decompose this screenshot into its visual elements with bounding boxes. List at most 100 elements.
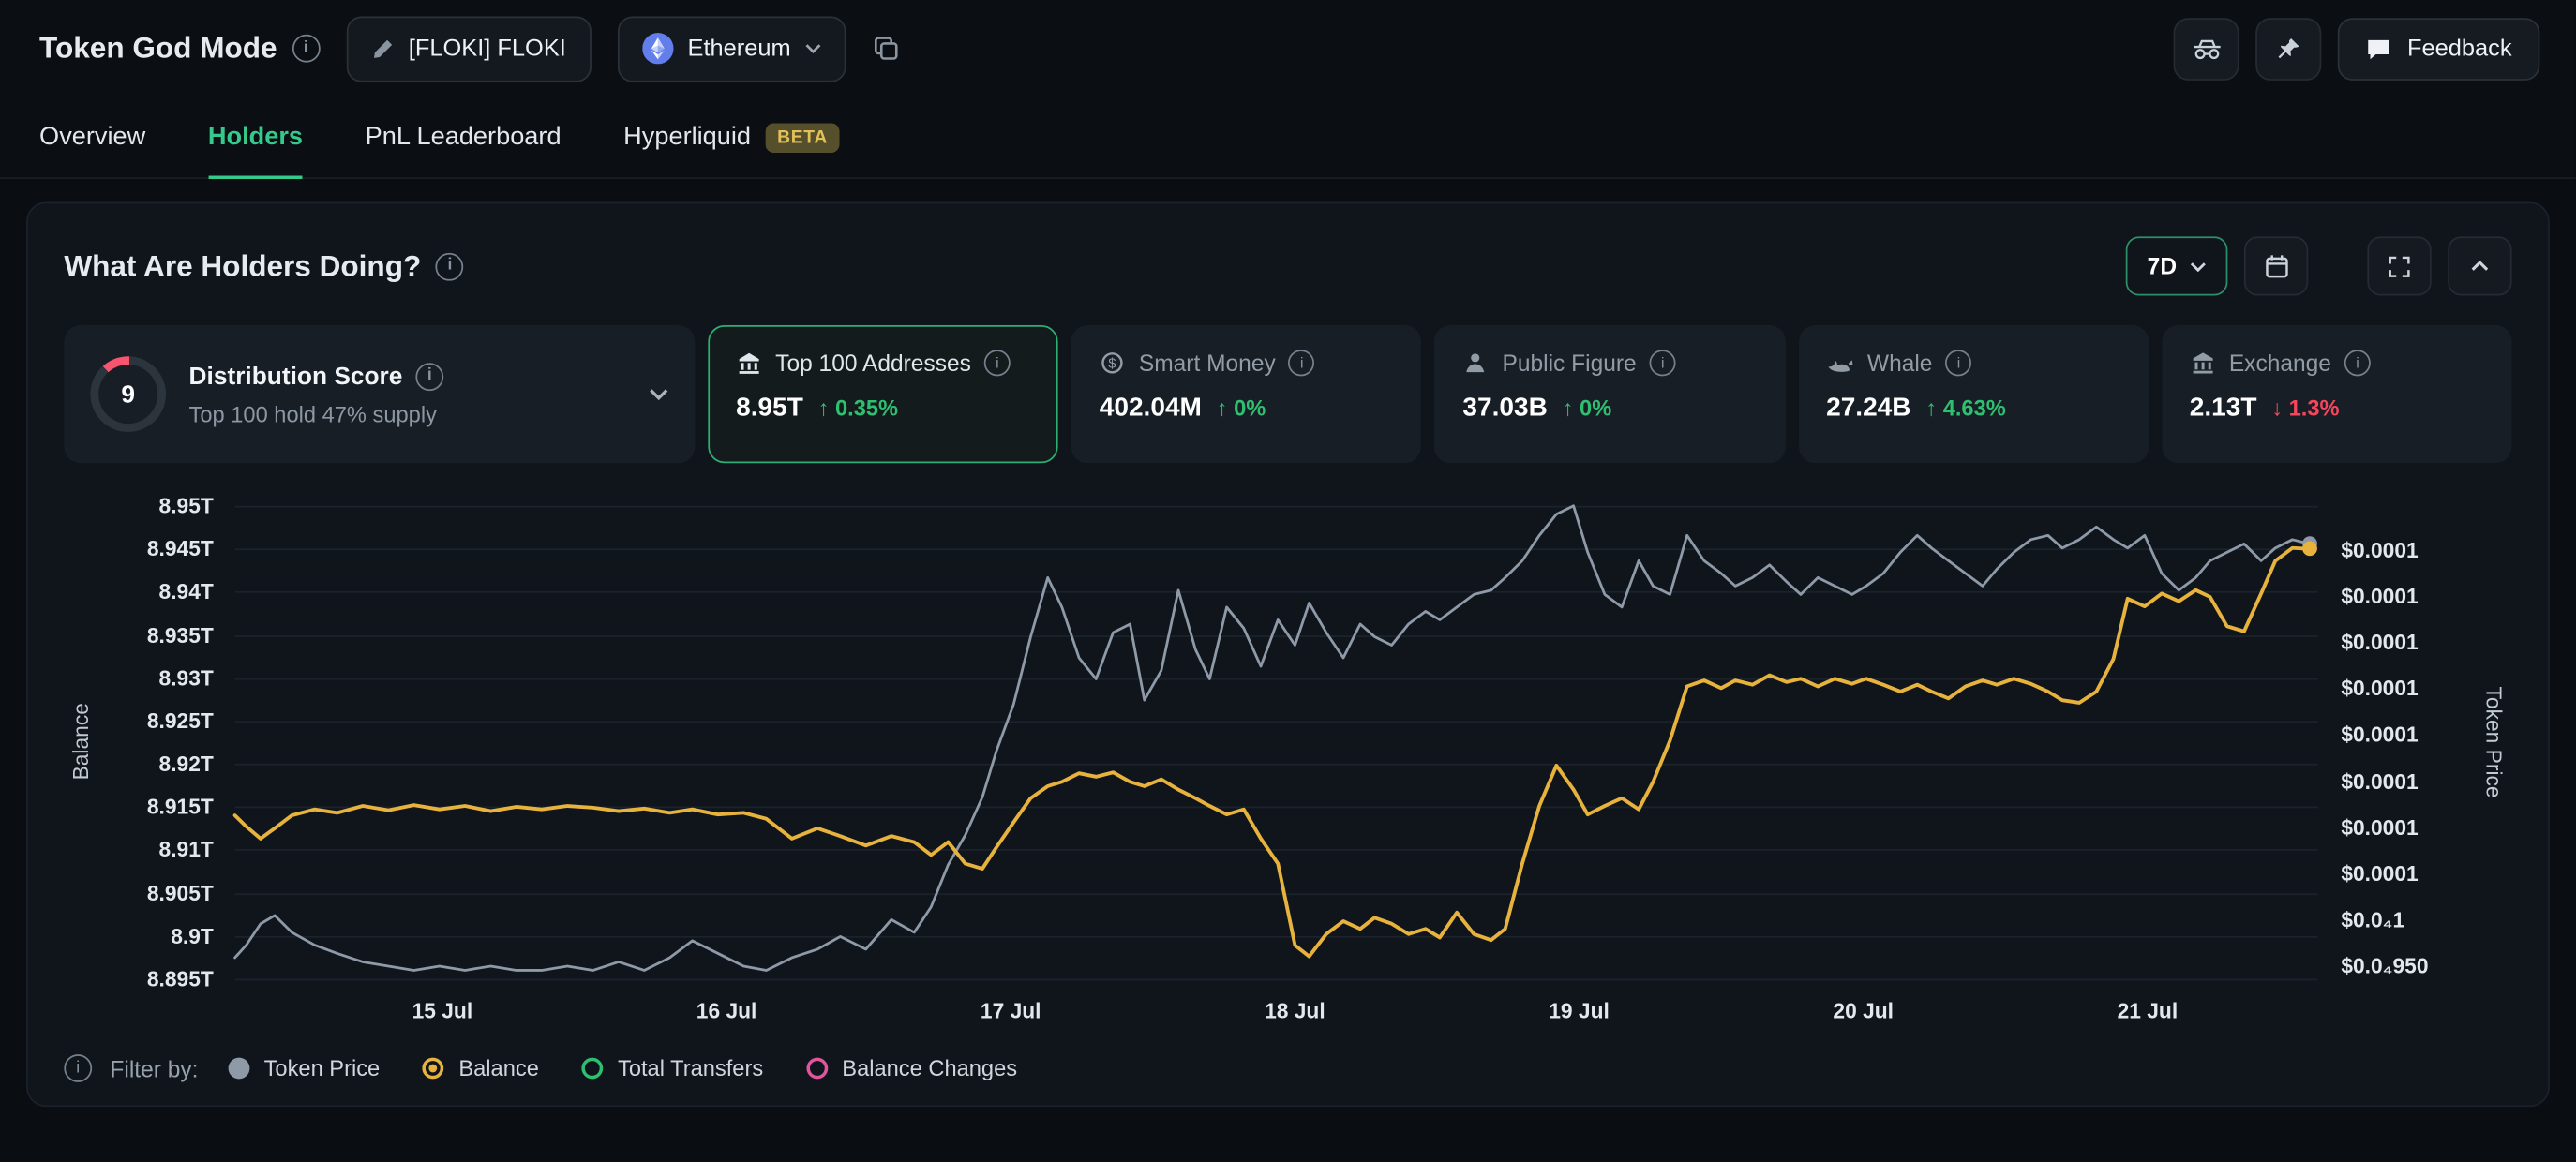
x-axis-tick: 16 Jul <box>696 999 757 1023</box>
left-axis-tick: 8.92T <box>159 752 214 776</box>
top-bar: Token God Mode [FLOKI] FLOKI Ethereum <box>0 0 2576 97</box>
info-icon[interactable] <box>415 362 443 390</box>
distribution-score-label: Distribution Score <box>189 362 403 390</box>
legend-item-balance-changes[interactable]: Balance Changes <box>806 1056 1017 1080</box>
panel-title: What Are Holders Doing? <box>64 249 463 284</box>
x-axis-tick: 17 Jul <box>981 999 1041 1023</box>
filter-label: Filter by: <box>110 1055 198 1081</box>
balance-dot-icon <box>423 1058 444 1080</box>
legend-item-balance[interactable]: Balance <box>423 1056 539 1080</box>
chain-select-button[interactable]: Ethereum <box>617 16 846 82</box>
stat-card-label: Exchange <box>2229 350 2331 376</box>
chevron-down-icon[interactable] <box>649 388 668 401</box>
legend-item-total-transfers[interactable]: Total Transfers <box>581 1056 763 1080</box>
left-axis-tick: 8.93T <box>159 665 214 690</box>
pencil-icon <box>370 37 394 60</box>
distribution-score-card[interactable]: 9 Distribution Score Top 100 hold 47% su… <box>64 325 695 463</box>
legend-label: Balance Changes <box>842 1056 1017 1080</box>
stat-card-exchange[interactable]: Exchange 2.13T ↓ 1.3% <box>2162 325 2512 463</box>
left-axis-tick: 8.895T <box>147 966 214 991</box>
stat-card-public-figure[interactable]: Public Figure 37.03B ↑ 0% <box>1435 325 1786 463</box>
left-axis-tick: 8.94T <box>159 579 214 603</box>
token-select-label: [FLOKI] FLOKI <box>409 36 566 62</box>
stat-card-label: Smart Money <box>1139 350 1276 376</box>
fullscreen-button[interactable] <box>2367 236 2431 295</box>
left-axis-tick: 8.9T <box>171 923 214 947</box>
person-icon <box>1462 350 1489 376</box>
right-axis-tick: $0.0001 <box>2341 538 2418 562</box>
stat-card-value: 2.13T <box>2190 395 2257 425</box>
stat-card-top-100-addresses[interactable]: Top 100 Addresses 8.95T ↑ 0.35% <box>708 325 1058 463</box>
info-icon[interactable] <box>64 1054 92 1082</box>
tab-pnl-leaderboard[interactable]: PnL Leaderboard <box>366 97 562 179</box>
stat-card-delta: ↑ 0.35% <box>818 395 898 420</box>
right-axis-title: Token Price <box>2476 506 2512 979</box>
stat-card-delta: ↑ 4.63% <box>1925 395 2005 420</box>
info-icon[interactable] <box>1650 350 1676 376</box>
stat-card-label: Whale <box>1867 350 1933 376</box>
stat-card-label: Public Figure <box>1502 350 1636 376</box>
legend-item-token-price[interactable]: Token Price <box>228 1056 380 1080</box>
chevron-up-icon <box>2471 260 2489 273</box>
feedback-button[interactable]: Feedback <box>2338 17 2539 80</box>
collapse-button[interactable] <box>2448 236 2511 295</box>
token-price-dot-icon <box>228 1058 249 1080</box>
stat-card-whale[interactable]: Whale 27.24B ↑ 4.63% <box>1798 325 2149 463</box>
info-icon[interactable] <box>1945 350 1971 376</box>
exchange-icon <box>2190 350 2216 376</box>
left-axis-tick: 8.905T <box>147 881 214 905</box>
chevron-down-icon <box>2190 261 2207 272</box>
whale-icon <box>1826 352 1854 374</box>
distribution-score-subtitle: Top 100 hold 47% supply <box>189 401 444 425</box>
left-axis-tick: 8.925T <box>147 708 214 733</box>
app-title-text: Token God Mode <box>39 31 277 66</box>
panel-controls: 7D <box>2126 236 2512 295</box>
tab-holders[interactable]: Holders <box>208 97 303 179</box>
stat-card-value: 402.04M <box>1100 395 1202 425</box>
holders-chart: Balance 8.95T8.945T8.94T8.935T8.93T8.925… <box>64 506 2511 1035</box>
distribution-score-gauge: 9 <box>90 356 166 432</box>
right-axis-tick: $0.0001 <box>2341 723 2418 747</box>
copy-icon[interactable] <box>873 35 901 63</box>
info-icon[interactable] <box>2344 350 2371 376</box>
incognito-icon <box>2192 37 2223 60</box>
tab-hyperliquid[interactable]: Hyperliquid BETA <box>623 97 839 179</box>
pin-icon <box>2276 36 2302 62</box>
x-axis-tick: 21 Jul <box>2118 999 2179 1023</box>
app-title: Token God Mode <box>39 31 320 66</box>
ethereum-logo-icon <box>641 33 672 64</box>
plot-area[interactable] <box>235 506 2318 979</box>
left-axis-tick: 8.91T <box>159 838 214 862</box>
token-select-button[interactable]: [FLOKI] FLOKI <box>346 16 591 82</box>
stat-card-smart-money[interactable]: $ Smart Money 402.04M ↑ 0% <box>1071 325 1422 463</box>
stat-card-value: 37.03B <box>1462 395 1547 425</box>
left-axis-tick: 8.935T <box>147 622 214 647</box>
left-axis-tick: 8.945T <box>147 536 214 560</box>
pin-button[interactable] <box>2256 17 2322 80</box>
legend-label: Token Price <box>264 1056 381 1080</box>
info-icon[interactable] <box>1289 350 1315 376</box>
top-right-actions: Feedback <box>2174 17 2539 80</box>
main-content: What Are Holders Doing? 7D <box>0 179 2576 1107</box>
x-axis-tick: 19 Jul <box>1549 999 1610 1023</box>
time-range-button[interactable]: 7D <box>2126 236 2227 295</box>
info-icon[interactable] <box>436 252 464 280</box>
incognito-button[interactable] <box>2174 17 2239 80</box>
time-range-label: 7D <box>2148 253 2177 279</box>
calendar-button[interactable] <box>2244 236 2308 295</box>
right-axis-tick: $0.0₄950 <box>2341 954 2428 978</box>
feedback-label: Feedback <box>2407 36 2512 62</box>
info-icon[interactable] <box>292 35 320 63</box>
left-axis-tick: 8.915T <box>147 795 214 819</box>
tab-label: Holders <box>208 123 303 153</box>
tab-label: PnL Leaderboard <box>366 123 562 153</box>
tab-overview[interactable]: Overview <box>39 97 145 179</box>
balance-line <box>235 548 2310 957</box>
legend-label: Balance <box>458 1056 539 1080</box>
holders-panel: What Are Holders Doing? 7D <box>26 202 2550 1108</box>
info-icon[interactable] <box>984 350 1011 376</box>
right-axis-ticks: $0.0001$0.0001$0.0001$0.0001$0.0001$0.00… <box>2318 506 2476 979</box>
balance-changes-dot-icon <box>806 1058 828 1080</box>
right-axis-tick: $0.0001 <box>2341 815 2418 840</box>
tab-label: Hyperliquid <box>623 123 751 153</box>
